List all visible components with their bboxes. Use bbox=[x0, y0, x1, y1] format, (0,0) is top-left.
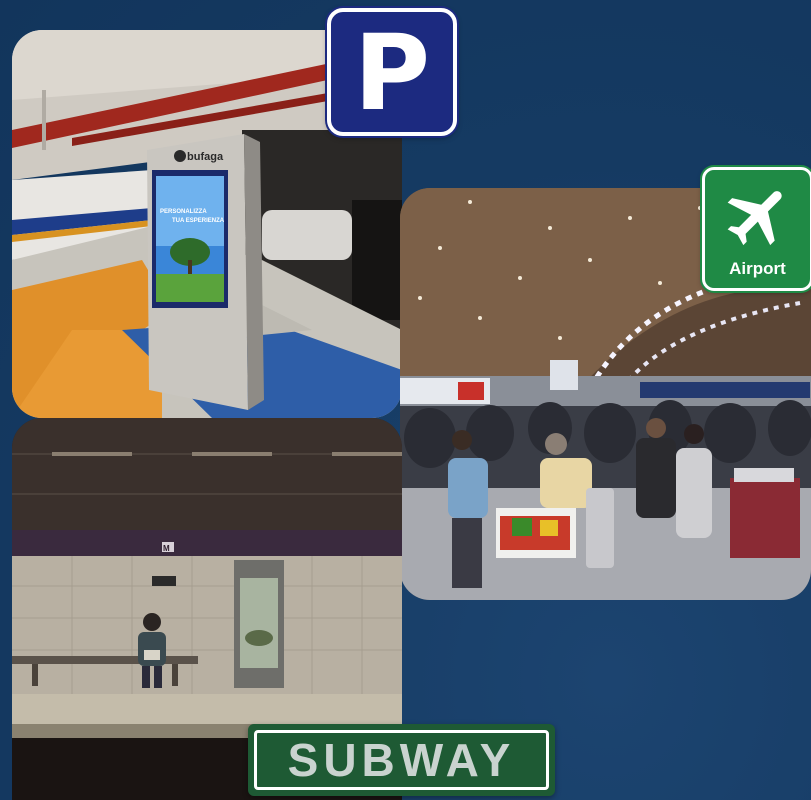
svg-text:TUA ESPERIENZA: TUA ESPERIENZA bbox=[172, 218, 225, 224]
subway-sign: SUBWAY bbox=[248, 724, 555, 796]
subway-sign-border: SUBWAY bbox=[254, 730, 549, 790]
subway-label: SUBWAY bbox=[287, 734, 516, 786]
airport-sign: Airport bbox=[702, 167, 811, 291]
parking-letter: P bbox=[353, 12, 431, 134]
parking-sign: P bbox=[327, 8, 457, 136]
svg-text:M: M bbox=[163, 544, 170, 553]
svg-text:bufaga: bufaga bbox=[187, 151, 224, 163]
airport-label: Airport bbox=[729, 259, 786, 278]
svg-text:PERSONALIZZA: PERSONALIZZA bbox=[160, 209, 207, 215]
airplane-icon bbox=[727, 191, 782, 246]
